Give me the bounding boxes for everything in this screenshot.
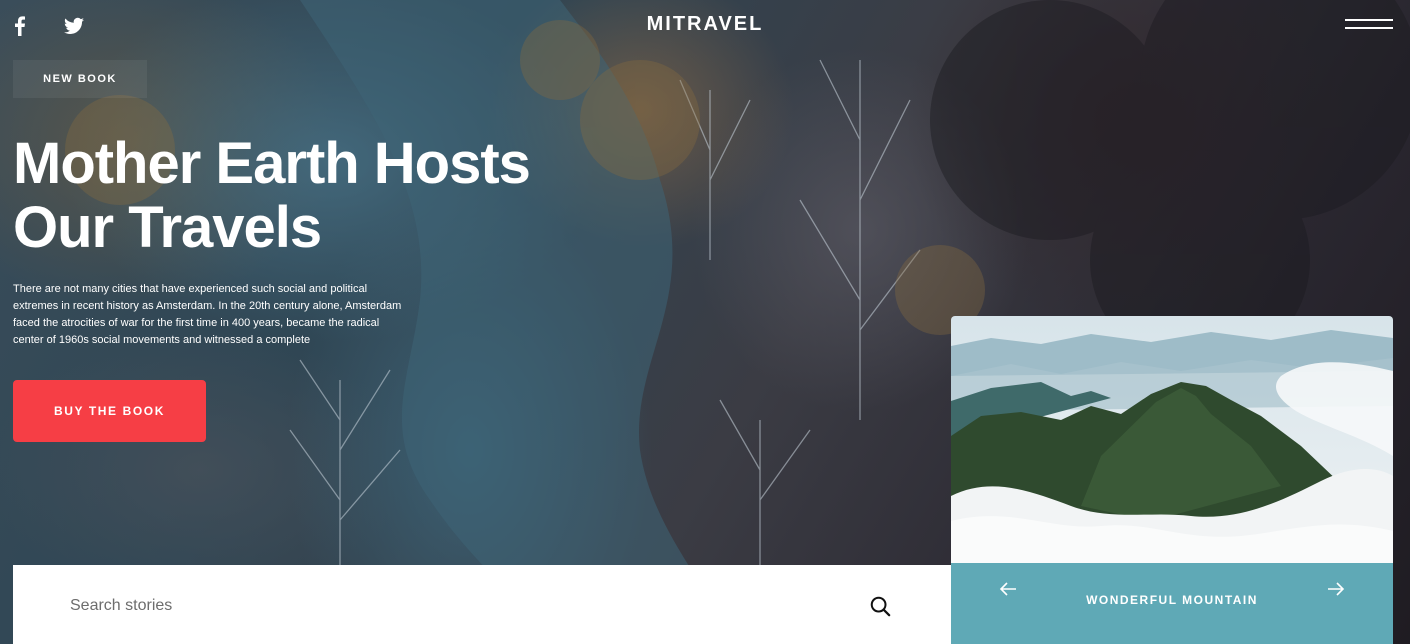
hero-title-line: Our Travels [13, 195, 322, 260]
mountain-image [951, 316, 1393, 563]
search-input[interactable] [68, 591, 852, 621]
menu-line [1345, 19, 1393, 21]
search-icon[interactable] [869, 595, 891, 617]
description-line: faced the atrocities of war for the firs… [13, 317, 380, 329]
arrow-right-icon[interactable] [1326, 580, 1346, 598]
site-logo[interactable]: MITRAVEL [0, 13, 1410, 36]
buy-the-book-button[interactable]: BUY THE BOOK [13, 380, 206, 442]
description-line: There are not many cities that have expe… [13, 283, 368, 295]
hero-title-line: Mother Earth Hosts [13, 131, 531, 196]
card-footer: WONDERFUL MOUNTAIN [951, 563, 1393, 644]
description-line: center of 1960s social movements and wit… [13, 334, 311, 346]
hero-title: Mother Earth Hosts Our Travels [13, 132, 653, 260]
menu-line [1345, 27, 1393, 29]
description-line: extremes in recent history as Amsterdam.… [13, 300, 402, 312]
search-bar [13, 565, 951, 644]
hero-description: There are not many cities that have expe… [13, 281, 463, 349]
featured-story-card[interactable]: WONDERFUL MOUNTAIN [951, 316, 1393, 644]
hamburger-menu-icon[interactable] [1345, 16, 1393, 34]
new-book-badge: NEW BOOK [13, 60, 147, 98]
